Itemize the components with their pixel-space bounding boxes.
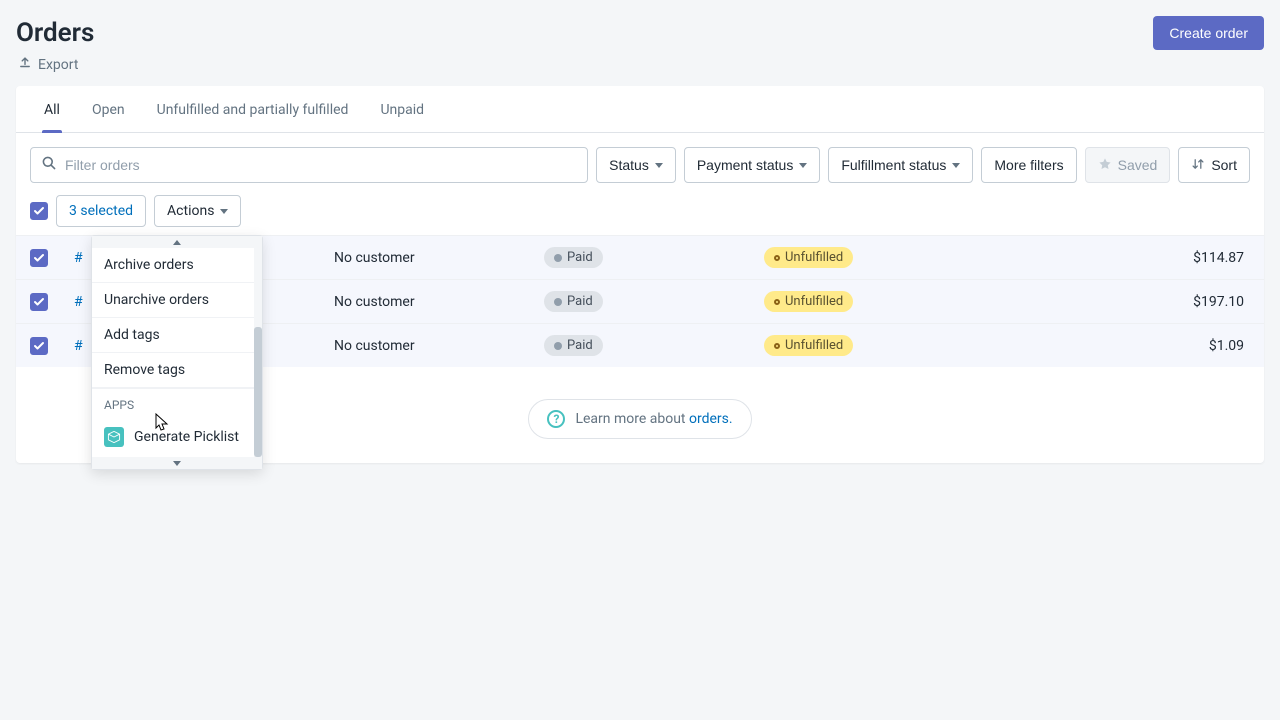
filter-status-label: Status [609, 157, 649, 173]
orders-card: All Open Unfulfilled and partially fulfi… [16, 86, 1264, 463]
tab-unfulfilled[interactable]: Unfulfilled and partially fulfilled [141, 86, 365, 132]
row-checkbox[interactable] [30, 293, 48, 311]
export-icon [18, 56, 32, 74]
fulfillment-badge: Unfulfilled [764, 291, 853, 312]
menu-scroll-up[interactable] [92, 236, 262, 248]
chevron-down-icon [220, 209, 228, 214]
order-customer: No customer [334, 250, 544, 266]
actions-dropdown: Archive orders Unarchive orders Add tags… [91, 235, 263, 470]
order-total: $114.87 [1044, 250, 1250, 266]
menu-add-tags[interactable]: Add tags [92, 318, 254, 353]
filter-fulfillment-label: Fulfillment status [841, 157, 946, 173]
chevron-down-icon [655, 163, 663, 168]
fulfillment-badge: Unfulfilled [764, 335, 853, 356]
menu-remove-tags[interactable]: Remove tags [92, 353, 254, 388]
learn-more-text: Learn more about [575, 411, 689, 427]
actions-button[interactable]: Actions [154, 195, 241, 227]
tab-unpaid[interactable]: Unpaid [364, 86, 440, 132]
order-customer: No customer [334, 294, 544, 310]
chevron-down-icon [952, 163, 960, 168]
filter-fulfillment-status-button[interactable]: Fulfillment status [828, 147, 973, 183]
menu-apps-header: APPS [92, 388, 254, 418]
tab-open[interactable]: Open [76, 86, 141, 132]
search-icon [41, 155, 57, 175]
order-customer: No customer [334, 338, 544, 354]
create-order-button[interactable]: Create order [1153, 16, 1264, 50]
payment-badge: Paid [544, 291, 603, 312]
tab-all[interactable]: All [28, 86, 76, 132]
menu-unarchive-orders[interactable]: Unarchive orders [92, 283, 254, 318]
payment-badge: Paid [544, 335, 603, 356]
search-box[interactable] [30, 147, 588, 183]
order-total: $1.09 [1044, 338, 1250, 354]
orders-table: # 5 minutes ago No customer Paid Unfulfi… [16, 235, 1264, 367]
saved-button: Saved [1085, 147, 1171, 183]
menu-scrollbar[interactable] [254, 248, 262, 457]
selected-count: 3 selected [56, 195, 146, 227]
chevron-up-icon [173, 240, 181, 245]
menu-generate-picklist[interactable]: Generate Picklist [92, 418, 254, 457]
saved-label: Saved [1118, 157, 1158, 173]
menu-scrollbar-thumb[interactable] [254, 327, 262, 457]
payment-badge: Paid [544, 247, 603, 268]
chevron-down-icon [173, 461, 181, 466]
more-filters-button[interactable]: More filters [981, 147, 1076, 183]
help-icon: ? [547, 410, 565, 428]
row-checkbox[interactable] [30, 249, 48, 267]
export-button[interactable]: Export [16, 56, 1264, 74]
page-title: Orders [16, 18, 94, 48]
fulfillment-badge: Unfulfilled [764, 247, 853, 268]
sort-label: Sort [1211, 157, 1237, 173]
learn-more-pill: ? Learn more about orders. [528, 399, 751, 439]
order-total: $197.10 [1044, 294, 1250, 310]
sort-icon [1191, 157, 1205, 174]
menu-archive-orders[interactable]: Archive orders [92, 248, 254, 283]
search-input[interactable] [65, 157, 577, 173]
tabs: All Open Unfulfilled and partially fulfi… [16, 86, 1264, 133]
picklist-app-icon [104, 427, 124, 447]
filter-payment-label: Payment status [697, 157, 794, 173]
row-checkbox[interactable] [30, 337, 48, 355]
export-label: Export [38, 57, 78, 73]
menu-app-label: Generate Picklist [134, 429, 239, 445]
filter-status-button[interactable]: Status [596, 147, 676, 183]
sort-button[interactable]: Sort [1178, 147, 1250, 183]
menu-scroll-down[interactable] [92, 457, 262, 469]
actions-label: Actions [167, 203, 214, 219]
star-icon [1098, 157, 1112, 174]
learn-more-link[interactable]: orders. [689, 411, 733, 427]
chevron-down-icon [799, 163, 807, 168]
filter-payment-status-button[interactable]: Payment status [684, 147, 821, 183]
select-all-checkbox[interactable] [30, 202, 48, 220]
